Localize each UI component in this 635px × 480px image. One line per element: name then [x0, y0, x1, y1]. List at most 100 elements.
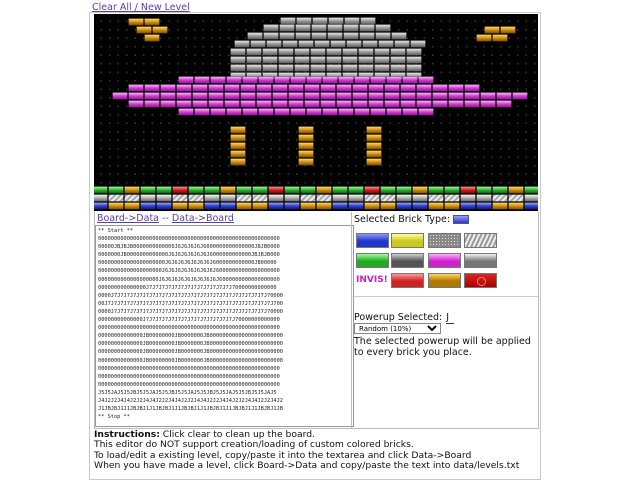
bottom-brick[interactable] [316, 202, 332, 210]
magenta-brick[interactable] [480, 92, 496, 100]
bottom-brick[interactable] [428, 202, 444, 210]
magenta-brick[interactable] [352, 92, 368, 100]
magenta-brick[interactable] [384, 92, 400, 100]
gold-brick[interactable] [230, 158, 246, 166]
magenta-brick[interactable] [288, 84, 304, 92]
green-brick-button[interactable] [356, 253, 389, 268]
magenta-brick[interactable] [512, 92, 528, 100]
magenta-brick[interactable] [144, 100, 160, 108]
magenta-brick[interactable] [144, 84, 160, 92]
magenta-brick[interactable] [320, 92, 336, 100]
bottom-brick[interactable] [172, 202, 188, 210]
magenta-brick[interactable] [384, 84, 400, 92]
gray-brick[interactable] [391, 32, 407, 40]
magenta-brick[interactable] [496, 92, 512, 100]
gray-brick[interactable] [296, 17, 312, 25]
magenta-brick[interactable] [370, 108, 386, 116]
magenta-brick[interactable] [290, 108, 306, 116]
gray-brick[interactable] [250, 40, 266, 48]
bottom-brick[interactable] [492, 202, 508, 210]
magenta-brick[interactable] [400, 84, 416, 92]
bottom-brick[interactable] [220, 186, 236, 194]
magenta-brick[interactable] [400, 100, 416, 108]
gray-brick[interactable] [266, 40, 282, 48]
magenta-brick[interactable] [384, 100, 400, 108]
magenta-brick[interactable] [352, 84, 368, 92]
bottom-brick[interactable] [476, 194, 492, 202]
magenta-brick[interactable] [176, 84, 192, 92]
magenta-brick[interactable] [178, 76, 194, 84]
gray-brick[interactable] [282, 40, 298, 48]
gray-brick[interactable] [359, 24, 375, 32]
magenta-brick[interactable] [178, 108, 194, 116]
bottom-brick[interactable] [332, 202, 348, 210]
bottom-brick[interactable] [236, 202, 252, 210]
magenta-brick[interactable] [418, 76, 434, 84]
bottom-brick[interactable] [348, 202, 364, 210]
bottom-brick[interactable] [140, 186, 156, 194]
gray-brick[interactable] [294, 56, 310, 64]
magenta-brick[interactable] [160, 92, 176, 100]
gray-brick[interactable] [230, 64, 246, 72]
bottom-brick[interactable] [236, 194, 252, 202]
bottom-brick[interactable] [428, 194, 444, 202]
gold-brick[interactable] [366, 158, 382, 166]
gray-brick[interactable] [362, 40, 378, 48]
bottom-brick[interactable] [428, 186, 444, 194]
gray-brick[interactable] [358, 56, 374, 64]
gray-brick[interactable] [360, 17, 376, 25]
gray-brick[interactable] [375, 32, 391, 40]
gray-brick[interactable] [294, 64, 310, 72]
bottom-brick[interactable] [252, 202, 268, 210]
gold-brick[interactable] [136, 26, 152, 34]
magenta-brick[interactable] [368, 84, 384, 92]
bottom-brick[interactable] [364, 202, 380, 210]
gray-brick[interactable] [311, 24, 327, 32]
gray-brick[interactable] [310, 48, 326, 56]
bottom-brick[interactable] [316, 186, 332, 194]
magenta-brick[interactable] [386, 108, 402, 116]
magenta-brick[interactable] [224, 100, 240, 108]
bottom-brick[interactable] [508, 202, 524, 210]
gray-brick[interactable] [374, 48, 390, 56]
red-brick-button[interactable] [391, 273, 424, 288]
bottom-brick[interactable] [412, 202, 428, 210]
gray-brick[interactable] [394, 40, 410, 48]
gray-brick[interactable] [263, 32, 279, 40]
gray-brick[interactable] [342, 48, 358, 56]
magenta-brick[interactable] [226, 76, 242, 84]
level-data-textarea[interactable] [95, 225, 354, 427]
gray-brick[interactable] [247, 32, 263, 40]
magenta-brick[interactable] [128, 92, 144, 100]
gray-brick[interactable] [310, 56, 326, 64]
magenta-brick[interactable] [448, 84, 464, 92]
magenta-brick[interactable] [176, 92, 192, 100]
gray-brick[interactable] [262, 56, 278, 64]
blue-brick-button[interactable] [356, 233, 389, 248]
magenta-brick[interactable] [192, 84, 208, 92]
magenta-brick[interactable] [256, 100, 272, 108]
gray-brick[interactable] [230, 48, 246, 56]
gray-brick[interactable] [295, 32, 311, 40]
magenta-brick[interactable] [496, 100, 512, 108]
board-canvas[interactable] [94, 14, 538, 211]
gray-brick[interactable] [344, 17, 360, 25]
gray-brick[interactable] [278, 64, 294, 72]
magenta-brick[interactable] [448, 100, 464, 108]
gray-brick[interactable] [342, 64, 358, 72]
invisible-brick-button[interactable]: INVIS! [356, 273, 389, 288]
gray-brick[interactable] [262, 48, 278, 56]
magenta-brick[interactable] [464, 92, 480, 100]
magenta-brick[interactable] [242, 108, 258, 116]
gray-brick[interactable] [327, 24, 343, 32]
magenta-brick[interactable] [274, 76, 290, 84]
magenta-brick[interactable] [160, 100, 176, 108]
gray-brick[interactable] [326, 48, 342, 56]
bottom-brick[interactable] [284, 194, 300, 202]
bottom-brick[interactable] [300, 202, 316, 210]
bottom-brick[interactable] [508, 194, 524, 202]
magenta-brick-button[interactable] [428, 253, 461, 268]
bottom-brick[interactable] [156, 194, 172, 202]
bottom-brick[interactable] [524, 186, 539, 194]
bottom-brick[interactable] [348, 186, 364, 194]
